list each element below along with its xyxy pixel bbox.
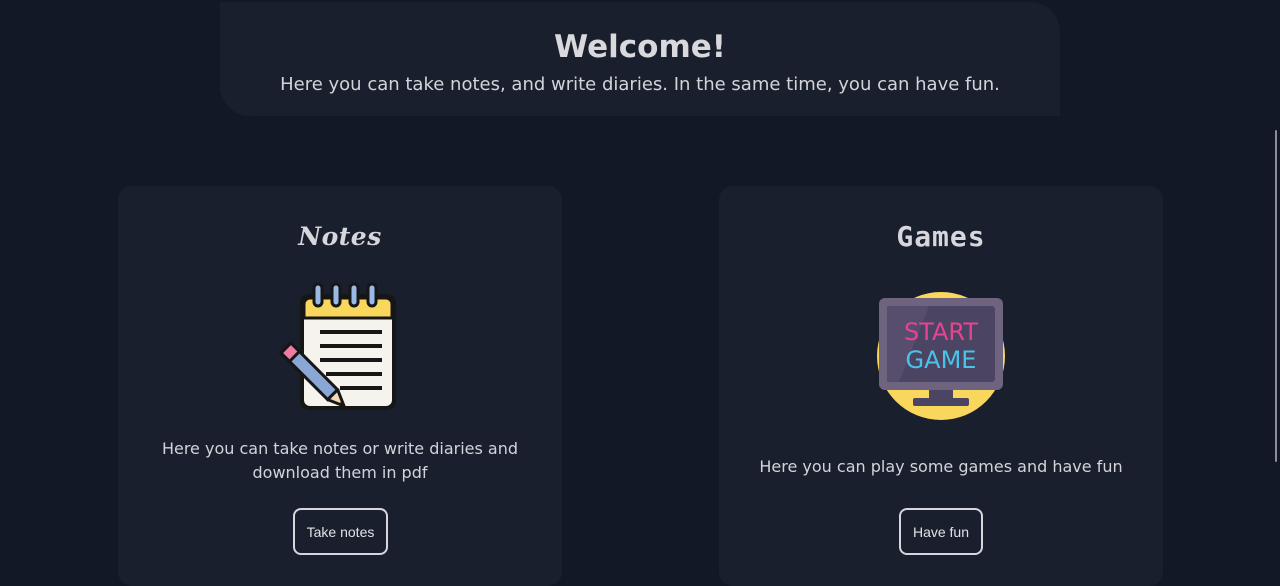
games-card: Games START GAME Here you can play some …	[719, 186, 1163, 586]
scrollbar-thumb[interactable]	[1275, 130, 1277, 462]
games-card-title: Games	[896, 220, 986, 253]
welcome-title: Welcome!	[554, 29, 726, 65]
notes-card-title: Notes	[298, 222, 382, 251]
start-game-monitor-icon: START GAME	[877, 292, 1005, 420]
page-scrollbar[interactable]	[1272, 0, 1280, 586]
have-fun-button[interactable]: Have fun	[899, 508, 983, 555]
home-page: Welcome! Here you can take notes, and wr…	[0, 0, 1280, 586]
games-card-description: Here you can play some games and have fu…	[759, 457, 1123, 476]
notepad-pencil-icon	[278, 282, 396, 410]
notes-card: Notes Here you can take notes or write d…	[118, 186, 562, 586]
start-game-text-line1: START	[904, 318, 978, 346]
notes-card-description: Here you can take notes or write diaries…	[161, 439, 519, 482]
welcome-subtitle: Here you can take notes, and write diari…	[280, 74, 1000, 95]
take-notes-button[interactable]: Take notes	[293, 508, 388, 555]
welcome-banner: Welcome! Here you can take notes, and wr…	[220, 2, 1060, 116]
start-game-text-line2: GAME	[906, 346, 977, 374]
